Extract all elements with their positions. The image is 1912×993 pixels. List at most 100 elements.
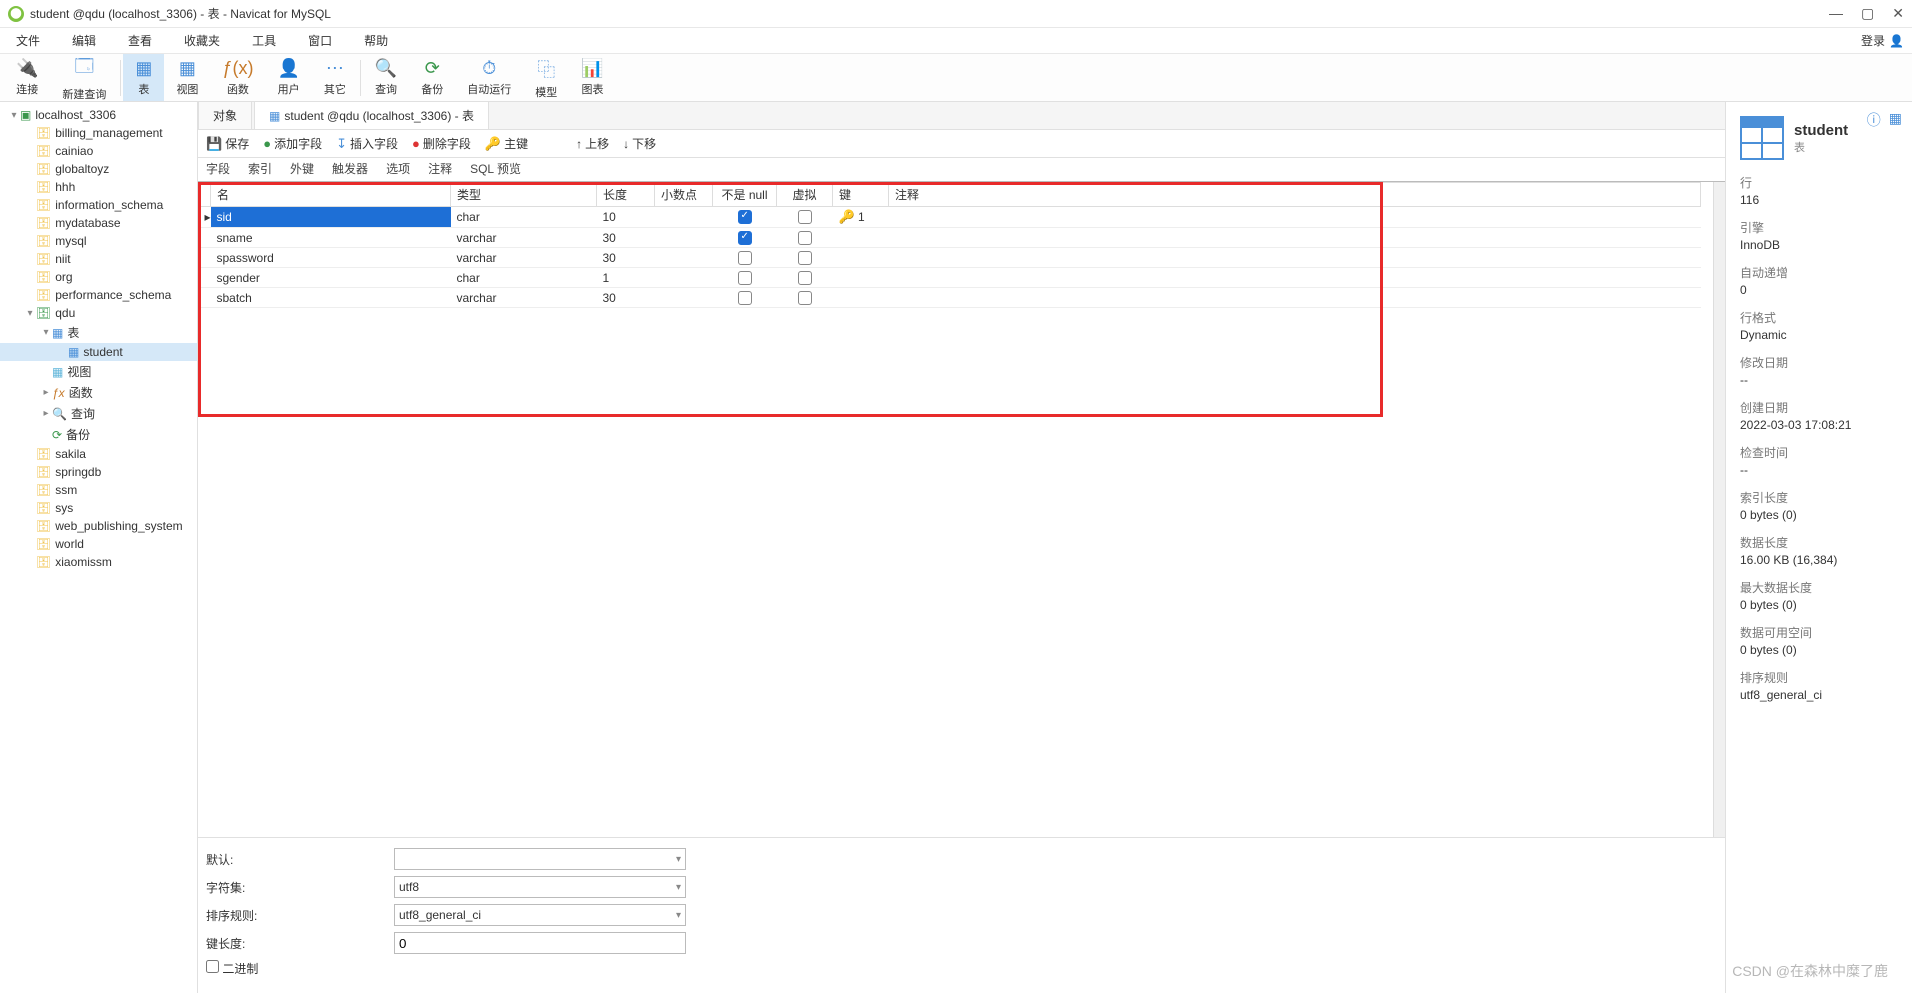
field-type[interactable]: char: [451, 268, 597, 288]
user-icon[interactable]: 👤: [1889, 34, 1904, 48]
field-decimals[interactable]: [655, 288, 713, 308]
tree-db-hhh[interactable]: 🗄hhh: [0, 178, 197, 196]
field-type[interactable]: varchar: [451, 288, 597, 308]
field-notnull[interactable]: [713, 248, 777, 268]
field-type[interactable]: char: [451, 207, 597, 228]
field-virtual[interactable]: [777, 268, 833, 288]
field-row[interactable]: ▸sidchar10🔑 1: [199, 207, 1701, 228]
primary-key-button[interactable]: 🔑主键: [485, 135, 528, 152]
tree-db-world[interactable]: 🗄world: [0, 535, 197, 553]
field-row[interactable]: sgenderchar1: [199, 268, 1701, 288]
col-comment[interactable]: 注释: [889, 183, 1701, 207]
charset-combo[interactable]: utf8▾: [394, 876, 686, 898]
field-comment[interactable]: [889, 228, 1701, 248]
tb-view[interactable]: ▦视图: [164, 54, 210, 101]
field-name[interactable]: sid: [211, 207, 451, 228]
field-name[interactable]: sbatch: [211, 288, 451, 308]
field-decimals[interactable]: [655, 268, 713, 288]
field-length[interactable]: 1: [597, 268, 655, 288]
field-virtual[interactable]: [777, 207, 833, 228]
col-decimals[interactable]: 小数点: [655, 183, 713, 207]
login-link[interactable]: 登录: [1861, 32, 1885, 49]
delete-field-button[interactable]: ●删除字段: [412, 135, 471, 152]
move-down-button[interactable]: ↓下移: [623, 135, 656, 152]
tree-table-student[interactable]: ▦student: [0, 343, 197, 361]
move-up-button[interactable]: ↑上移: [576, 135, 609, 152]
tb-model[interactable]: ⿻模型: [523, 54, 569, 101]
tb-chart[interactable]: 📊图表: [569, 54, 615, 101]
field-virtual[interactable]: [777, 248, 833, 268]
field-notnull[interactable]: [713, 228, 777, 248]
ts-options[interactable]: 选项: [386, 160, 410, 179]
tree-connection[interactable]: ▾▣localhost_3306: [0, 106, 197, 124]
add-field-button[interactable]: ●添加字段: [263, 135, 322, 152]
field-key[interactable]: [833, 248, 889, 268]
tb-function[interactable]: ƒ(x)函数: [210, 54, 265, 101]
tb-backup[interactable]: ⟳备份: [409, 54, 455, 101]
tb-query[interactable]: 🔍查询: [363, 54, 409, 101]
tree-db-cainiao[interactable]: 🗄cainiao: [0, 142, 197, 160]
tree-db-information_schema[interactable]: 🗄information_schema: [0, 196, 197, 214]
field-name[interactable]: sname: [211, 228, 451, 248]
tree-db-xiaomissm[interactable]: 🗄xiaomissm: [0, 553, 197, 571]
field-decimals[interactable]: [655, 228, 713, 248]
tab-table-designer[interactable]: ▦student @qdu (localhost_3306) - 表: [254, 101, 489, 129]
default-combo[interactable]: ▾: [394, 848, 686, 870]
ts-comment[interactable]: 注释: [428, 160, 452, 179]
field-name[interactable]: sgender: [211, 268, 451, 288]
field-comment[interactable]: [889, 207, 1701, 228]
field-length[interactable]: 30: [597, 248, 655, 268]
tree-backups[interactable]: ⟳备份: [0, 424, 197, 445]
tb-other[interactable]: ⋯其它: [312, 54, 358, 101]
field-notnull[interactable]: [713, 207, 777, 228]
binary-checkbox[interactable]: 二进制: [206, 960, 258, 977]
tb-user[interactable]: 👤用户: [265, 54, 311, 101]
field-type[interactable]: varchar: [451, 248, 597, 268]
field-decimals[interactable]: [655, 248, 713, 268]
tree-db-niit[interactable]: 🗄niit: [0, 250, 197, 268]
keylen-input[interactable]: [394, 932, 686, 954]
col-notnull[interactable]: 不是 null: [713, 183, 777, 207]
tb-new-query[interactable]: 🗔新建查询: [50, 54, 118, 101]
tree-db-performance_schema[interactable]: 🗄performance_schema: [0, 286, 197, 304]
field-key[interactable]: [833, 268, 889, 288]
field-comment[interactable]: [889, 268, 1701, 288]
menu-view[interactable]: 查看: [120, 30, 160, 51]
ts-fk[interactable]: 外键: [290, 160, 314, 179]
tree-db-billing_management[interactable]: 🗄billing_management: [0, 124, 197, 142]
info-icon[interactable]: ⓘ: [1867, 110, 1881, 130]
tree-queries[interactable]: ▸🔍查询: [0, 403, 197, 424]
field-notnull[interactable]: [713, 268, 777, 288]
tree-db-globaltoyz[interactable]: 🗄globaltoyz: [0, 160, 197, 178]
tree-db-qdu[interactable]: ▾🗄qdu: [0, 304, 197, 322]
field-comment[interactable]: [889, 288, 1701, 308]
menu-file[interactable]: 文件: [8, 30, 48, 51]
col-virtual[interactable]: 虚拟: [777, 183, 833, 207]
tree-db-springdb[interactable]: 🗄springdb: [0, 463, 197, 481]
tree-db-org[interactable]: 🗄org: [0, 268, 197, 286]
tb-connect[interactable]: 🔌连接: [4, 54, 50, 101]
tree-views[interactable]: ▦视图: [0, 361, 197, 382]
insert-field-button[interactable]: ↧插入字段: [336, 135, 398, 152]
menu-window[interactable]: 窗口: [300, 30, 340, 51]
field-row[interactable]: sbatchvarchar30: [199, 288, 1701, 308]
ts-fields[interactable]: 字段: [206, 160, 230, 179]
col-name[interactable]: 名: [211, 183, 451, 207]
field-length[interactable]: 10: [597, 207, 655, 228]
tab-objects[interactable]: 对象: [198, 101, 252, 129]
menu-favorites[interactable]: 收藏夹: [176, 30, 228, 51]
save-button[interactable]: 💾保存: [206, 135, 249, 152]
field-comment[interactable]: [889, 248, 1701, 268]
field-virtual[interactable]: [777, 288, 833, 308]
tree-functions[interactable]: ▸ƒx函数: [0, 382, 197, 403]
tree-db-mydatabase[interactable]: 🗄mydatabase: [0, 214, 197, 232]
menu-help[interactable]: 帮助: [356, 30, 396, 51]
field-virtual[interactable]: [777, 228, 833, 248]
vertical-scrollbar[interactable]: [1713, 182, 1725, 837]
field-row[interactable]: snamevarchar30: [199, 228, 1701, 248]
tree-tables[interactable]: ▾▦表: [0, 322, 197, 343]
col-type[interactable]: 类型: [451, 183, 597, 207]
field-key[interactable]: 🔑 1: [833, 207, 889, 228]
field-notnull[interactable]: [713, 288, 777, 308]
field-decimals[interactable]: [655, 207, 713, 228]
